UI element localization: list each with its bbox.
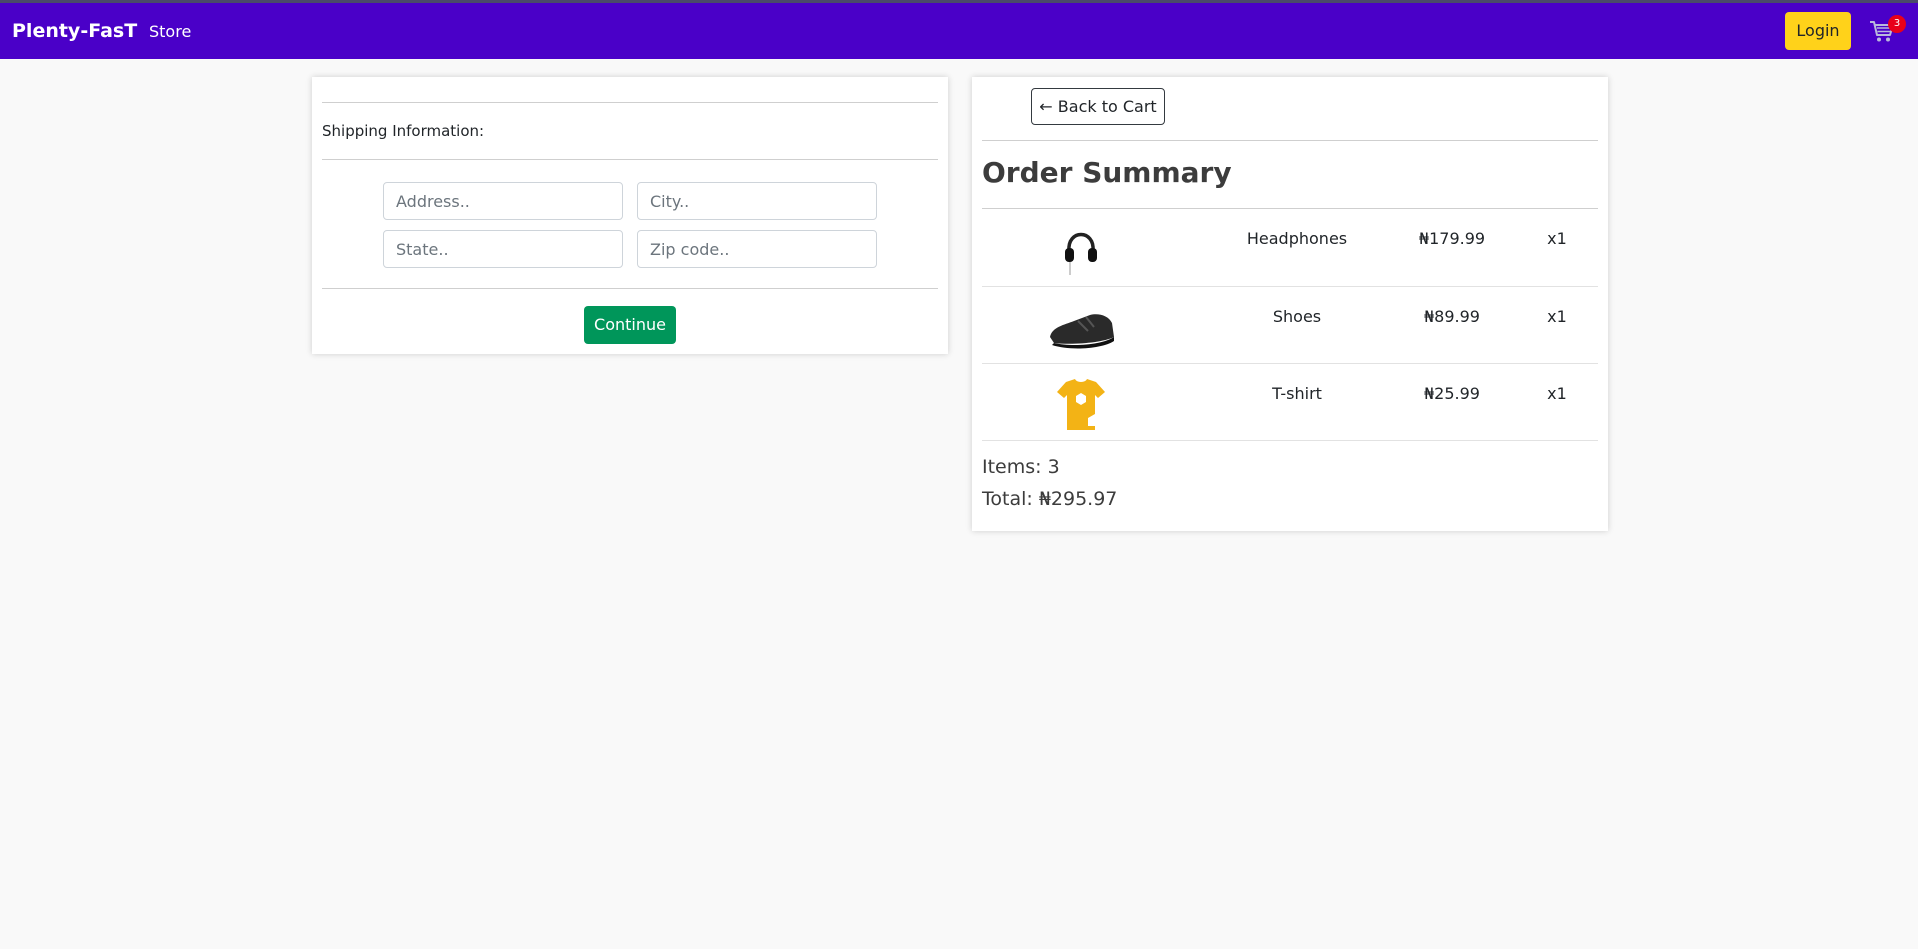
divider xyxy=(982,140,1598,141)
item-price: ₦179.99 xyxy=(1418,229,1486,248)
divider xyxy=(982,440,1598,441)
item-name: Headphones xyxy=(1246,229,1348,248)
shipping-form-card: Shipping Information: Continue xyxy=(312,77,948,354)
divider xyxy=(322,288,938,289)
cart-button[interactable]: 3 xyxy=(1869,15,1909,49)
divider xyxy=(322,102,938,103)
login-button[interactable]: Login xyxy=(1785,12,1851,50)
item-quantity: x1 xyxy=(1547,384,1567,403)
continue-button[interactable]: Continue xyxy=(584,306,676,344)
tshirt-image xyxy=(1057,379,1105,430)
city-field[interactable] xyxy=(637,182,877,220)
order-item-row: Headphones ₦179.99 x1 xyxy=(982,209,1598,286)
cart-count-badge: 3 xyxy=(1888,15,1906,33)
item-name: Shoes xyxy=(1272,307,1322,326)
address-field[interactable] xyxy=(383,182,623,220)
item-name: T-shirt xyxy=(1272,384,1322,403)
order-summary-title: Order Summary xyxy=(982,156,1232,189)
order-item-row: Shoes ₦89.99 x1 xyxy=(982,287,1598,364)
navbar: Plenty-FasT Store Login 3 xyxy=(0,3,1918,59)
divider xyxy=(322,159,938,160)
shipping-heading: Shipping Information: xyxy=(322,122,485,140)
back-to-cart-button[interactable]: ← Back to Cart xyxy=(1031,88,1165,125)
state-field[interactable] xyxy=(383,230,623,268)
order-total: Total: ₦295.97 xyxy=(982,488,1118,510)
item-quantity: x1 xyxy=(1547,307,1567,326)
brand-logo[interactable]: Plenty-FasT xyxy=(12,20,137,42)
item-price: ₦89.99 xyxy=(1424,307,1480,326)
shoes-image xyxy=(1050,314,1114,349)
items-count: Items: 3 xyxy=(982,456,1060,478)
item-quantity: x1 xyxy=(1547,229,1567,248)
zip-code-field[interactable] xyxy=(637,230,877,268)
order-item-row: T-shirt ₦25.99 x1 xyxy=(982,364,1598,441)
headphones-image xyxy=(1065,232,1097,275)
nav-link-store[interactable]: Store xyxy=(149,22,191,41)
item-price: ₦25.99 xyxy=(1424,384,1480,403)
order-summary-card: ← Back to Cart Order Summary Headphones … xyxy=(972,77,1608,531)
